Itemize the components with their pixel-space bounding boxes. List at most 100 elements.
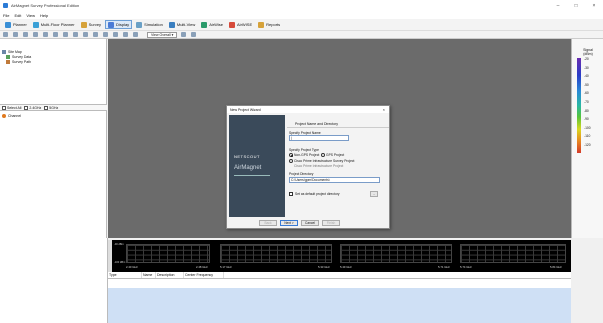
spectrum-end-2: 5.33 GHz — [318, 265, 330, 269]
legend-tick: -90 — [584, 117, 589, 122]
legend-tick: -70 — [584, 99, 589, 104]
spectrum-start-2: 5.17 GHz — [220, 265, 232, 269]
airwise-view-button[interactable]: AirWise — [199, 20, 225, 29]
tools-toolbar: View Overall ▾ — [0, 31, 603, 39]
pan-icon[interactable] — [63, 32, 68, 37]
select-icon[interactable] — [53, 32, 58, 37]
chart-icon[interactable] — [123, 32, 128, 37]
brand-panel: NETSCOUT AirMagnet — [229, 115, 285, 217]
survey-icon — [80, 21, 87, 28]
dialog-heading: Project Name and Directory — [295, 122, 338, 126]
spectrum-end-1: 2.48 GHz — [196, 265, 208, 269]
next-button[interactable]: Next > — [280, 220, 298, 226]
gps-radio[interactable]: GPS Project — [321, 153, 344, 157]
airwise-icon — [229, 21, 236, 28]
paste-icon[interactable] — [33, 32, 38, 37]
spectrum-grid-3 — [340, 244, 452, 263]
save-icon[interactable] — [13, 32, 18, 37]
legend-tick: -40 — [584, 74, 589, 79]
fit-icon[interactable] — [93, 32, 98, 37]
spectrum-grid-1 — [126, 244, 210, 263]
airwise-button[interactable]: AirWISE — [227, 20, 254, 29]
menu-view[interactable]: View — [26, 13, 35, 18]
legend-title: Signal (dBm) — [583, 48, 593, 56]
spectrum-start-3: 5.49 GHz — [340, 265, 352, 269]
back-button[interactable]: Back — [259, 220, 277, 226]
refresh-icon[interactable] — [181, 32, 187, 37]
dialog-buttons: Back Next > Cancel Finish — [259, 220, 343, 226]
export-icon[interactable] — [191, 32, 197, 37]
filter-icon[interactable] — [133, 32, 138, 37]
survey-button[interactable]: Survey — [79, 20, 103, 29]
tree-item-survey-data[interactable]: Survey Data — [6, 54, 31, 59]
menu-edit[interactable]: Edit — [14, 13, 21, 18]
non-gps-radio[interactable]: Non-GPS Project — [289, 153, 319, 157]
spectrum-scroll[interactable] — [108, 240, 112, 272]
multi-view-button[interactable]: Multi-View — [167, 20, 197, 29]
site-tree: Site Map Survey Data Survey Path — [2, 49, 31, 64]
channel-item[interactable]: Channel — [2, 114, 21, 118]
cisco-project-radio[interactable]: Cisco Prime Infrastructure Project — [294, 164, 343, 168]
band-24-checkbox[interactable] — [24, 105, 29, 110]
simulation-button[interactable]: Simulation — [134, 20, 165, 29]
menu-help[interactable]: Help — [40, 13, 48, 18]
default-directory-checkbox[interactable]: Set as default project directory — [289, 192, 340, 196]
legend-tick: -60 — [584, 91, 589, 96]
column-center-frequency[interactable]: Center Frequency — [184, 272, 224, 278]
open-icon[interactable] — [3, 32, 8, 37]
brand-divider — [234, 175, 270, 176]
column-name[interactable]: Name — [142, 272, 156, 278]
project-directory-input[interactable]: C:\Users\gpm\Documents\ — [289, 177, 380, 183]
spectrum-panel: -30 dBm -100 dBm 2.40 GHz 2.48 GHz 5.17 … — [108, 240, 571, 272]
legend-color-bar — [577, 58, 581, 153]
tree-item-survey-path[interactable]: Survey Path — [6, 59, 31, 64]
radio-icon — [321, 153, 325, 157]
spectrum-grid-4 — [460, 244, 566, 263]
project-name-input[interactable]: | — [289, 135, 349, 141]
legend-tick: -120 — [584, 142, 591, 147]
legend-tick: -80 — [584, 108, 589, 113]
band-filter: Select All 2.4GHz 5GHz — [0, 104, 107, 111]
close-button[interactable]: × — [585, 0, 603, 11]
print-icon[interactable] — [43, 32, 48, 37]
signal-legend: Signal (dBm) -20 -30 -40 -50 -60 -70 -80 … — [571, 39, 603, 238]
menu-file[interactable]: File — [3, 13, 9, 18]
spectrum-start-4: 5.74 GHz — [460, 265, 472, 269]
radio-icon — [289, 159, 293, 163]
legend-tick: -100 — [584, 125, 591, 130]
finish-button[interactable]: Finish — [322, 220, 340, 226]
view-select[interactable]: View Overall ▾ — [147, 31, 178, 38]
airmagnet-logo: AirMagnet — [234, 165, 262, 171]
copy-icon[interactable] — [23, 32, 28, 37]
menu-bar: File Edit View Help — [0, 11, 603, 19]
spectrum-start-1: 2.40 GHz — [126, 265, 138, 269]
cisco-survey-radio[interactable]: Cisco Prime Infrastructure Survey Projec… — [289, 159, 354, 163]
display-button[interactable]: Display — [105, 20, 133, 29]
multi-floor-planner-button[interactable]: Multi-Floor Planner — [31, 20, 77, 29]
zoom-in-icon[interactable] — [73, 32, 78, 37]
window-title: AirMagnet Survey Professional Edition — [11, 3, 80, 8]
maximize-button[interactable]: □ — [567, 0, 585, 11]
table-header: Type Name Description Center Frequency — [108, 272, 571, 279]
project-directory-label: Project Directory — [289, 172, 314, 176]
band-5-checkbox[interactable] — [44, 105, 49, 110]
column-description[interactable]: Description — [156, 272, 184, 278]
reports-button[interactable]: Reports — [256, 20, 282, 29]
dialog-title-bar: New Project Wizard × — [227, 106, 389, 113]
dialog-close-button[interactable]: × — [383, 107, 385, 112]
spectrum-end-4: 5.84 GHz — [550, 265, 562, 269]
project-type-label: Specify Project Type — [289, 148, 319, 152]
minimize-button[interactable]: – — [549, 0, 567, 11]
column-type[interactable]: Type — [108, 272, 142, 278]
new-project-wizard-dialog: New Project Wizard × NETSCOUT AirMagnet … — [226, 105, 390, 229]
grid-icon[interactable] — [103, 32, 108, 37]
multi-floor-icon — [32, 21, 39, 28]
zoom-out-icon[interactable] — [83, 32, 88, 37]
planner-button[interactable]: Planner — [3, 20, 29, 29]
multi-view-icon — [168, 21, 175, 28]
select-all-checkbox[interactable] — [2, 105, 6, 110]
settings-icon[interactable] — [113, 32, 118, 37]
cancel-button[interactable]: Cancel — [301, 220, 319, 226]
browse-button[interactable]: ... — [370, 191, 378, 197]
bottom-left-panel — [0, 238, 108, 323]
